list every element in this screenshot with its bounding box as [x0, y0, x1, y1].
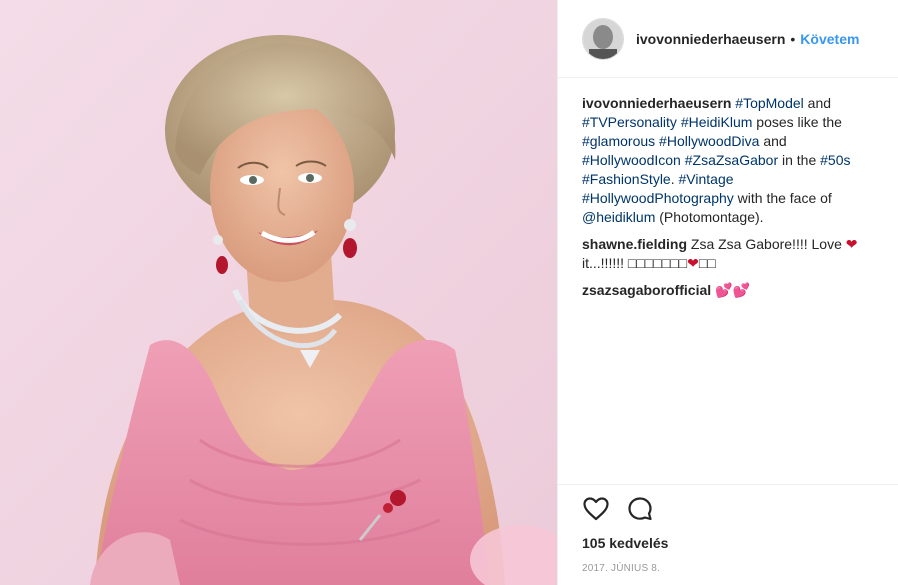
comments-list: ivovonniederhaeusern #TopModel and #TVPe…: [558, 78, 898, 300]
instagram-post: ivovonniederhaeusern • Követem ivovonnie…: [0, 0, 898, 585]
comment-username[interactable]: zsazsagaborofficial: [582, 282, 711, 298]
follow-button[interactable]: Követem: [800, 31, 859, 47]
comment-item: shawne.fielding Zsa Zsa Gabore!!!! Love …: [582, 235, 874, 273]
hashtag-link[interactable]: #HollywoodDiva: [659, 133, 759, 149]
heart-emoji: ❤: [687, 255, 699, 271]
caption: ivovonniederhaeusern #TopModel and #TVPe…: [582, 94, 874, 227]
hashtag-link[interactable]: #HollywoodPhotography: [582, 190, 734, 206]
action-buttons: [582, 485, 874, 533]
like-button[interactable]: [582, 495, 610, 523]
caption-text-segment: .: [670, 171, 679, 187]
comment-button[interactable]: [626, 495, 654, 523]
hashtag-link[interactable]: #50s: [820, 152, 850, 168]
hashtag-link[interactable]: #HeidiKlum: [681, 114, 753, 130]
hashtag-link[interactable]: #FashionStyle: [582, 171, 671, 187]
comment-item: zsazsagaborofficial 💕💕: [582, 281, 874, 300]
actions-area: 105 kedvelés 2017. JÚNIUS 8.: [558, 484, 898, 574]
portrait-image: [0, 0, 557, 585]
comment-bubble-icon: [628, 497, 652, 521]
hashtag-link[interactable]: #TopModel: [735, 95, 804, 111]
post-header: ivovonniederhaeusern • Követem: [558, 0, 898, 78]
caption-text-segment: poses like the: [752, 114, 842, 130]
header-separator: •: [790, 30, 796, 47]
comment-username[interactable]: shawne.fielding: [582, 236, 687, 252]
caption-text-segment: with the face of: [733, 190, 832, 206]
comment-text-end: □□: [698, 255, 716, 271]
hashtag-link[interactable]: #ZsaZsaGabor: [685, 152, 778, 168]
caption-text-segment: in the: [778, 152, 821, 168]
caption-username[interactable]: ivovonniederhaeusern: [582, 95, 731, 111]
caption-text-segment: (Photomontage).: [655, 209, 764, 225]
post-sidebar: ivovonniederhaeusern • Követem ivovonnie…: [557, 0, 898, 585]
header-text: ivovonniederhaeusern • Követem: [636, 31, 859, 47]
hashtag-link[interactable]: @heidiklum: [582, 209, 655, 225]
comment-text-continued: it...!!!!!! □□□□□□□: [582, 255, 688, 271]
header-username[interactable]: ivovonniederhaeusern: [636, 31, 785, 47]
caption-text-segment: and: [759, 133, 787, 149]
caption-text-segment: and: [803, 95, 832, 111]
heart-emoji: ❤: [845, 236, 858, 252]
avatar-image: [583, 18, 623, 59]
hashtag-link[interactable]: #TVPersonality: [582, 114, 677, 130]
hashtag-link[interactable]: #Vintage: [679, 171, 734, 187]
post-date[interactable]: 2017. JÚNIUS 8.: [582, 563, 874, 574]
likes-count[interactable]: 105 kedvelés: [582, 535, 874, 551]
two-hearts-emoji: 💕💕: [715, 282, 750, 298]
avatar[interactable]: [582, 17, 624, 60]
comment-text: Zsa Zsa Gabore!!!! Love: [690, 236, 846, 252]
caption-text: #TopModel and #TVPersonality #HeidiKlum …: [582, 95, 851, 225]
post-photo[interactable]: [0, 0, 557, 585]
hashtag-link[interactable]: #glamorous: [582, 133, 655, 149]
heart-outline-icon: [583, 497, 609, 521]
hashtag-link[interactable]: #HollywoodIcon: [582, 152, 681, 168]
